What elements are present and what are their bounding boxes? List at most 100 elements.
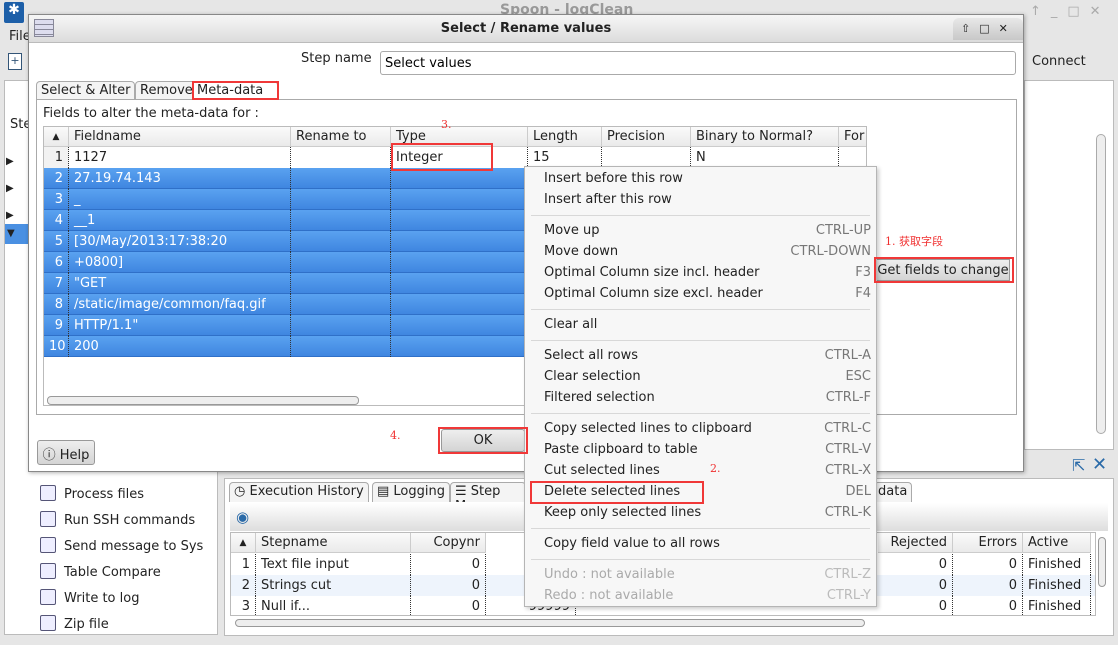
menu-item-delete-selected-lines[interactable]: Delete selected lines DEL — [525, 482, 876, 503]
table-cell[interactable] — [391, 294, 528, 315]
column-header[interactable]: For — [839, 127, 866, 147]
step-list-item[interactable]: Zip file — [40, 615, 109, 632]
table-cell[interactable]: [30/May/2013:17:38:20 — [69, 231, 291, 252]
table-cell[interactable] — [291, 231, 391, 252]
tab-select-alter[interactable]: Select & Alter — [36, 81, 136, 100]
table-cell[interactable]: 15 — [528, 147, 602, 168]
table-cell[interactable]: Finished — [1023, 554, 1091, 575]
meta-hscrollbar[interactable] — [47, 396, 359, 405]
menu-item-insert-before-this-row[interactable]: Insert before this row — [525, 169, 876, 190]
popout-icon[interactable]: ⇱ — [1072, 456, 1085, 475]
menu-item-clear-selection[interactable]: Clear selection ESC — [525, 367, 876, 388]
table-cell[interactable]: /static/image/common/faq.gif — [69, 294, 291, 315]
menu-item-select-all-rows[interactable]: Select all rows CTRL-A — [525, 346, 876, 367]
menu-item-move-up[interactable]: Move up CTRL-UP — [525, 221, 876, 242]
table-cell[interactable] — [839, 147, 866, 168]
sort-icon[interactable]: ▲ — [231, 533, 256, 553]
table-cell[interactable] — [291, 168, 391, 189]
table-cell[interactable] — [291, 315, 391, 336]
table-cell[interactable]: 0 — [953, 575, 1023, 596]
menu-item-clear-all[interactable]: Clear all — [525, 315, 876, 336]
table-cell[interactable] — [391, 252, 528, 273]
table-cell[interactable]: 0 — [878, 575, 953, 596]
bottom-vscrollbar[interactable] — [1098, 537, 1106, 587]
column-header[interactable]: Errors — [953, 533, 1023, 553]
step-list-item[interactable]: Table Compare — [40, 563, 161, 580]
table-cell[interactable]: 0 — [411, 575, 486, 596]
menu-item-move-down[interactable]: Move down CTRL-DOWN — [525, 242, 876, 263]
table-cell[interactable]: Finished — [1023, 575, 1091, 596]
tab-meta-data[interactable]: Meta-data — [192, 81, 278, 100]
table-cell[interactable]: 0 — [411, 596, 486, 615]
column-header[interactable]: Rejected — [878, 533, 953, 553]
table-cell[interactable]: _ — [69, 189, 291, 210]
menu-item-copy-field-value-to-all-rows[interactable]: Copy field value to all rows — [525, 534, 876, 555]
step-list-item[interactable]: Run SSH commands — [40, 511, 195, 528]
column-header[interactable]: Fieldname — [69, 127, 291, 147]
ok-button[interactable]: OK — [441, 429, 525, 452]
tab-execution-history[interactable]: ◷ Execution History — [229, 482, 369, 502]
menu-item-keep-only-selected-lines[interactable]: Keep only selected lines CTRL-K — [525, 503, 876, 524]
table-cell[interactable]: Null if... — [256, 596, 411, 615]
table-cell[interactable] — [291, 252, 391, 273]
table-cell[interactable] — [291, 147, 391, 168]
tab-remove[interactable]: Remove — [135, 81, 198, 100]
menu-item-copy-selected-lines-to-clipboard[interactable]: Copy selected lines to clipboard CTRL-C — [525, 419, 876, 440]
get-fields-button[interactable]: Get fields to change — [876, 259, 1010, 281]
table-cell[interactable]: 1127 — [69, 147, 291, 168]
tab-step-metrics[interactable]: ☰ Step Me — [450, 482, 526, 502]
close-panel-icon[interactable]: ✕ — [1092, 454, 1107, 475]
table-cell[interactable] — [602, 147, 691, 168]
table-cell[interactable]: 0 — [878, 554, 953, 575]
tab-logging[interactable]: ▤ Logging — [372, 482, 450, 502]
column-header[interactable]: Rename to — [291, 127, 391, 147]
menu-item-optimal-column-size-incl-header[interactable]: Optimal Column size incl. header F3 — [525, 263, 876, 284]
column-header[interactable]: Length — [528, 127, 602, 147]
table-cell[interactable] — [291, 273, 391, 294]
step-list-item[interactable]: Send message to Sys — [40, 537, 203, 554]
table-cell[interactable]: Strings cut — [256, 575, 411, 596]
connect-button[interactable]: Connect — [1032, 54, 1086, 69]
tree-selected-row[interactable]: ▼ — [5, 224, 30, 244]
column-header[interactable]: Binary to Normal? — [691, 127, 839, 147]
table-cell[interactable] — [391, 189, 528, 210]
table-cell[interactable]: "GET — [69, 273, 291, 294]
table-cell[interactable]: 0 — [953, 596, 1023, 615]
step-name-input[interactable] — [380, 51, 1016, 75]
menu-item-paste-clipboard-to-table[interactable]: Paste clipboard to table CTRL-V — [525, 440, 876, 461]
table-cell[interactable]: N — [691, 147, 839, 168]
table-cell[interactable]: 0 — [411, 554, 486, 575]
table-cell[interactable]: 0 — [953, 554, 1023, 575]
table-cell[interactable]: +0800] — [69, 252, 291, 273]
table-cell[interactable] — [291, 294, 391, 315]
menu-item-cut-selected-lines[interactable]: Cut selected lines CTRL-X — [525, 461, 876, 482]
table-cell[interactable] — [291, 210, 391, 231]
column-header[interactable]: Precision — [602, 127, 691, 147]
table-cell[interactable]: 27.19.74.143 — [69, 168, 291, 189]
dialog-window-controls[interactable]: ⇧□✕ — [953, 18, 1023, 40]
table-cell[interactable] — [391, 231, 528, 252]
window-controls[interactable]: ↑_□✕ — [1030, 4, 1111, 19]
tab-preview-data[interactable]: data — [874, 482, 913, 502]
tree-expand-icon[interactable]: ▶ ▶ ▶ — [6, 148, 14, 229]
menu-item-optimal-column-size-excl-header[interactable]: Optimal Column size excl. header F4 — [525, 284, 876, 305]
table-cell[interactable] — [391, 273, 528, 294]
help-button[interactable]: ⓘ Help — [37, 440, 95, 465]
table-cell[interactable] — [391, 168, 528, 189]
table-cell[interactable]: Text file input — [256, 554, 411, 575]
eye-icon[interactable]: ◉ — [236, 508, 249, 526]
bottom-hscrollbar[interactable] — [235, 619, 865, 627]
table-cell[interactable] — [291, 189, 391, 210]
table-cell[interactable]: __1 — [69, 210, 291, 231]
table-cell[interactable]: Integer — [391, 147, 528, 168]
new-file-icon[interactable]: + — [8, 53, 22, 70]
table-cell[interactable]: HTTP/1.1" — [69, 315, 291, 336]
sort-icon[interactable]: ▲ — [44, 127, 69, 147]
step-list-item[interactable]: Write to log — [40, 589, 139, 606]
menu-item-filtered-selection[interactable]: Filtered selection CTRL-F — [525, 388, 876, 409]
table-cell[interactable] — [391, 210, 528, 231]
table-cell[interactable] — [391, 336, 528, 357]
menu-item-insert-after-this-row[interactable]: Insert after this row — [525, 190, 876, 211]
step-list-item[interactable]: Process files — [40, 485, 144, 502]
column-header[interactable]: Active — [1023, 533, 1091, 553]
